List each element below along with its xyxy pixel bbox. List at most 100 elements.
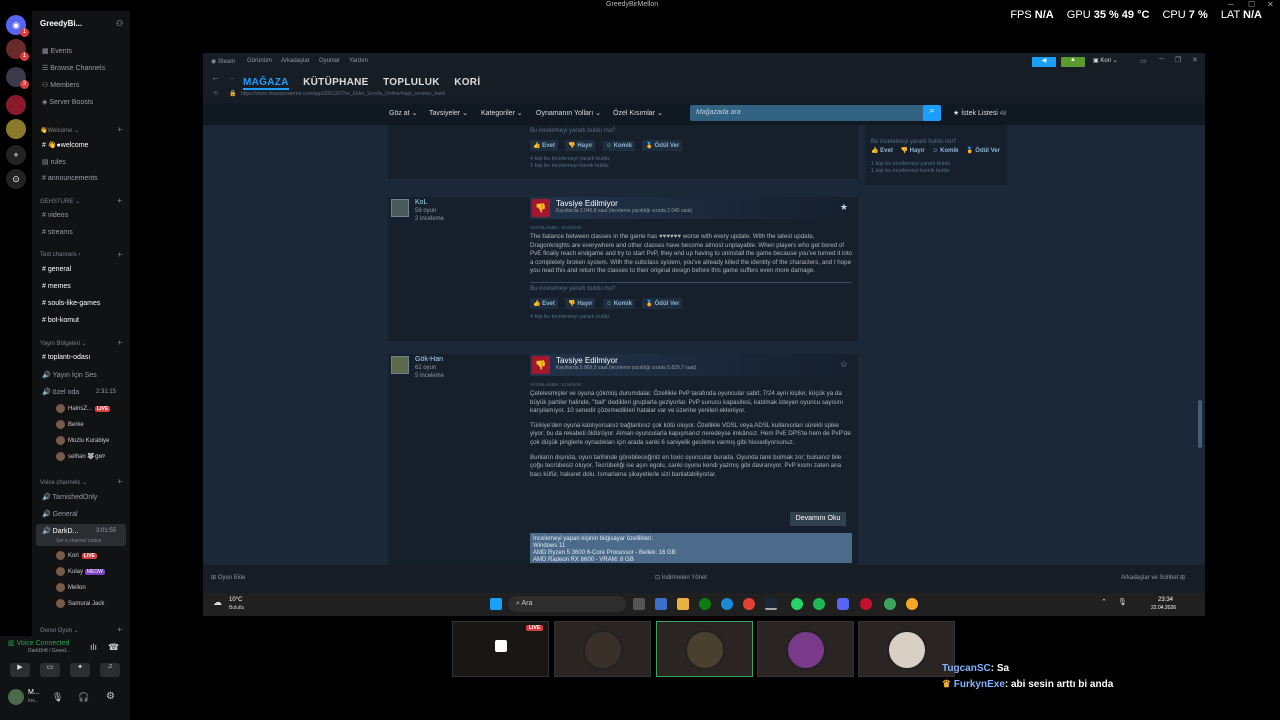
add-server-icon[interactable]: + — [6, 145, 26, 165]
task-view-icon[interactable] — [633, 598, 645, 610]
channel-souls[interactable]: # souls-like-games — [42, 300, 100, 307]
steam-user-menu[interactable]: ▣ Kori ⌄ — [1093, 57, 1118, 64]
channel-rules[interactable]: ▤ rules — [42, 158, 66, 166]
channel-welcome[interactable]: # 👋●welcome — [42, 141, 88, 149]
vote-yes-button[interactable]: 👍 Evet — [530, 297, 558, 309]
chat-username[interactable]: TugcanSC — [942, 663, 991, 674]
menu-goz-at[interactable]: Göz at ⌄ — [389, 109, 417, 117]
menu-gorunum[interactable]: Görünüm — [247, 58, 272, 64]
vote-yes-button[interactable]: 👍 Evet — [871, 148, 893, 154]
app-icon[interactable] — [906, 598, 918, 610]
voice-user[interactable]: Berke — [56, 420, 84, 429]
server-icon[interactable] — [6, 95, 26, 115]
add-channel-icon[interactable]: + — [117, 196, 122, 205]
menu-tavsiyeler[interactable]: Tavsiyeler ⌄ — [429, 109, 468, 117]
tab-profile[interactable]: KORİ — [454, 77, 480, 88]
opera-icon[interactable] — [860, 598, 872, 610]
soundboard-icon[interactable]: ♫ — [100, 663, 120, 677]
menu-oyunlar[interactable]: Oyunlar — [319, 58, 340, 64]
discord-home-icon[interactable]: ◉ 1 — [6, 15, 29, 37]
star-icon[interactable]: ☆ — [840, 359, 848, 370]
guild-name[interactable]: GreedyBi... — [40, 19, 82, 28]
channel-general[interactable]: # general — [42, 266, 71, 273]
wishlist-link[interactable]: ★ İstek Listesi 48 — [953, 109, 1006, 117]
category-text[interactable]: Text channels › — [40, 252, 80, 258]
channel-videos[interactable]: # videos — [42, 212, 68, 219]
voice-location[interactable]: DarkDrift / Greed... — [28, 648, 70, 654]
participant-tile-speaking[interactable] — [656, 621, 753, 677]
maximize-icon[interactable]: ❐ — [1175, 56, 1181, 64]
category-voice[interactable]: Voice channels ⌄ — [40, 479, 87, 486]
add-channel-icon[interactable]: + — [117, 338, 122, 347]
taskbar-search[interactable]: ⌕ Ara — [508, 596, 626, 612]
screen-share-icon[interactable]: ▭ — [40, 663, 60, 677]
server-boosts-link[interactable]: ◈ Server Boosts — [42, 98, 93, 106]
voice-user[interactable]: Mellon — [56, 583, 86, 592]
voice-user[interactable]: Samurai Jack — [56, 599, 104, 608]
channel-tarnished[interactable]: 🔊 TarnishedOnly — [42, 493, 97, 501]
store-search-input[interactable]: Mağazada ara — [690, 105, 926, 121]
maximize-icon[interactable]: ☐ — [1248, 0, 1255, 9]
category-gehsture[interactable]: GEHSTURE ⌄ — [40, 198, 80, 205]
reviewer-reviews[interactable]: 2 inceleme — [415, 215, 444, 223]
chat-username[interactable]: FurkynExe — [954, 679, 1005, 690]
stream-thumbnail[interactable]: LIVE — [452, 621, 549, 677]
widgets-icon[interactable] — [655, 598, 667, 610]
tab-topluluk[interactable]: TOPLULUK — [383, 77, 440, 88]
vote-funny-button[interactable]: ☺ Komik — [602, 141, 636, 151]
close-icon[interactable]: ✕ — [1192, 56, 1198, 64]
minimize-icon[interactable]: ─ — [1159, 56, 1164, 63]
vote-funny-button[interactable]: ☺ Komik — [602, 298, 636, 309]
server-icon[interactable]: 1 — [6, 39, 29, 61]
camera-icon[interactable]: ▶ — [10, 663, 30, 677]
menu-oynamanin-yollari[interactable]: Oynamanın Yolları ⌄ — [536, 109, 601, 117]
voice-user[interactable]: selhan 🐺ցѳ୨ — [56, 452, 105, 461]
big-picture-icon[interactable]: ▭ — [1140, 57, 1147, 65]
menu-yardim[interactable]: Yardım — [349, 58, 368, 64]
voice-user[interactable]: Kori LIVE — [56, 551, 97, 560]
channel-toplanti[interactable]: # toplantı-odası — [42, 354, 90, 361]
chrome-icon[interactable] — [743, 598, 755, 610]
headphones-icon[interactable]: 🎧 — [78, 692, 89, 703]
vote-no-button[interactable]: 👎 Hayır — [565, 140, 596, 151]
reviewer-games[interactable]: 58 oyun — [415, 207, 444, 215]
events-link[interactable]: ▦ Events — [42, 47, 72, 55]
review-verdict[interactable]: 👎 Tavsiye Edilmiyor Kayıtlarda 5.869,9 s… — [530, 354, 852, 376]
active-voice-channel[interactable]: 🔊 DarkD... 3:01:55 Set a channel status — [36, 524, 126, 546]
search-icon[interactable]: ⌕ — [923, 105, 941, 121]
steam-icon[interactable] — [765, 598, 777, 610]
category-broadcast[interactable]: Yayın Bölgeleri ⌄ — [40, 340, 87, 347]
channel-bot-komut[interactable]: # bot-komut — [42, 317, 79, 324]
reviewer-reviews[interactable]: 5 inceleme — [415, 372, 444, 380]
weather-icon[interactable]: ☁ — [213, 597, 222, 608]
add-channel-icon[interactable]: + — [117, 625, 122, 634]
scrollbar-thumb[interactable] — [1198, 400, 1202, 448]
voice-user[interactable]: HainsZ... LIVE — [56, 404, 111, 413]
minimize-icon[interactable]: ─ — [1228, 0, 1234, 9]
category-welcome[interactable]: 👋Welcome ⌄ — [40, 127, 79, 134]
app-icon[interactable] — [884, 598, 896, 610]
reviewer-name[interactable]: Gök-Han — [415, 356, 444, 364]
tab-kutuphane[interactable]: KÜTÜPHANE — [303, 77, 368, 88]
tray-chevron-icon[interactable]: ⌃ — [1101, 598, 1107, 606]
menu-steam[interactable]: ◉ Steam — [211, 58, 235, 65]
award-button[interactable]: 🏅 Ödül Ver — [966, 148, 1000, 154]
read-more-button[interactable]: Devamını Oku — [790, 512, 846, 526]
menu-arkadaslar[interactable]: Arkadaşlar — [281, 58, 310, 64]
award-button[interactable]: 🏅 Ödül Ver — [642, 297, 683, 309]
vote-funny-button[interactable]: ☺ Komik — [932, 148, 958, 154]
channel-general-voice[interactable]: 🔊 General — [42, 510, 78, 518]
voice-user[interactable]: Kulay MEOW — [56, 567, 105, 576]
avatar[interactable] — [8, 689, 24, 705]
members-link[interactable]: ⚇ Members — [42, 81, 79, 89]
clock-time[interactable]: 23:34 — [1158, 597, 1173, 603]
avatar[interactable] — [391, 199, 409, 217]
star-icon[interactable]: ★ — [840, 202, 848, 213]
channel-status[interactable]: Set a channel status — [56, 538, 101, 544]
notification-bell-icon[interactable]: ▲ — [1061, 57, 1085, 67]
channel-announcements[interactable]: # announcements — [42, 175, 98, 182]
add-channel-icon[interactable]: + — [117, 250, 122, 259]
vote-no-button[interactable]: 👎 Hayır — [565, 297, 596, 309]
server-icon[interactable]: 3 — [6, 67, 29, 89]
channel-ozel-oda[interactable]: 🔊 özel oda — [42, 388, 79, 396]
